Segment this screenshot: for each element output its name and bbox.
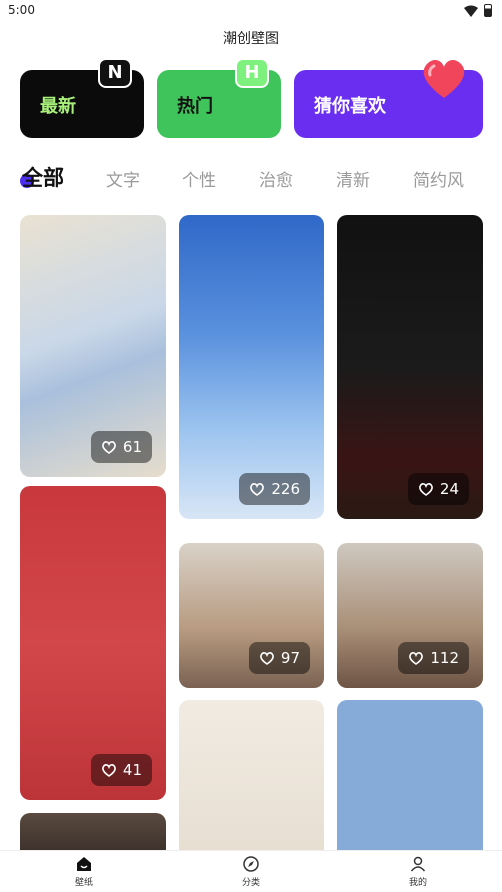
- tab-all[interactable]: 全部: [22, 162, 64, 192]
- hot-badge-icon: H: [235, 58, 269, 88]
- battery-icon: [484, 4, 492, 17]
- like-count: 97: [280, 649, 300, 667]
- tab-minimal[interactable]: 简约风: [413, 166, 464, 191]
- like-badge[interactable]: 97: [248, 642, 310, 674]
- bottom-nav: 壁纸 分类 我的: [0, 850, 502, 892]
- tab-fresh[interactable]: 清新: [336, 166, 370, 191]
- like-count: 226: [271, 480, 300, 498]
- like-badge[interactable]: 112: [398, 642, 469, 674]
- user-icon: [410, 856, 426, 872]
- heart-outline-icon: [409, 652, 424, 665]
- tab-bar: 全部 文字 个性 治愈 清新 简约风: [0, 160, 502, 196]
- wallpaper-tile[interactable]: 41: [20, 486, 166, 800]
- nav-category-label: 分类: [241, 878, 260, 888]
- heart-outline-icon: [259, 652, 274, 665]
- like-badge[interactable]: 24: [407, 473, 469, 505]
- wallpaper-tile[interactable]: 24: [337, 215, 483, 519]
- tab-healing[interactable]: 治愈: [259, 166, 293, 191]
- nav-mine-label: 我的: [408, 878, 427, 888]
- heart-badge-icon: [423, 60, 465, 98]
- new-badge-icon: N: [98, 58, 132, 88]
- nav-wallpaper[interactable]: 壁纸: [54, 855, 114, 888]
- home-icon: [77, 857, 91, 871]
- wallpaper-tile[interactable]: [179, 700, 324, 850]
- status-time: 5:00: [8, 3, 35, 17]
- compass-icon: [243, 856, 259, 872]
- heart-outline-icon: [101, 764, 116, 777]
- like-badge[interactable]: 226: [239, 473, 310, 505]
- wallpaper-tile[interactable]: 112: [337, 543, 483, 688]
- wallpaper-feed[interactable]: 61 226 24 41 97 112: [0, 205, 502, 850]
- status-icons: [464, 4, 492, 17]
- heart-outline-icon: [101, 441, 116, 454]
- like-badge[interactable]: 61: [90, 431, 152, 463]
- wallpaper-tile[interactable]: [337, 700, 483, 850]
- wallpaper-tile[interactable]: 97: [179, 543, 324, 688]
- tab-text[interactable]: 文字: [106, 166, 140, 191]
- guess-you-like-label: 猜你喜欢: [314, 96, 386, 117]
- like-count: 61: [122, 438, 142, 456]
- heart-outline-icon: [250, 483, 265, 496]
- wallpaper-tile[interactable]: 226: [179, 215, 324, 519]
- nav-mine[interactable]: 我的: [388, 855, 448, 888]
- app-title: 潮创壁图: [223, 31, 279, 47]
- tab-personality[interactable]: 个性: [182, 166, 216, 191]
- wallpaper-tile[interactable]: [20, 813, 166, 850]
- like-count: 112: [430, 649, 459, 667]
- heart-outline-icon: [418, 483, 433, 496]
- hot-card-label: 热门: [177, 96, 213, 117]
- like-badge[interactable]: 41: [90, 754, 152, 786]
- nav-category[interactable]: 分类: [221, 855, 281, 888]
- wallpaper-tile[interactable]: 61: [20, 215, 166, 477]
- like-count: 41: [122, 761, 142, 779]
- nav-wallpaper-label: 壁纸: [74, 878, 93, 888]
- latest-card-label: 最新: [40, 96, 76, 117]
- like-count: 24: [439, 480, 459, 498]
- wifi-icon: [464, 5, 478, 17]
- status-bar: 5:00: [0, 0, 502, 22]
